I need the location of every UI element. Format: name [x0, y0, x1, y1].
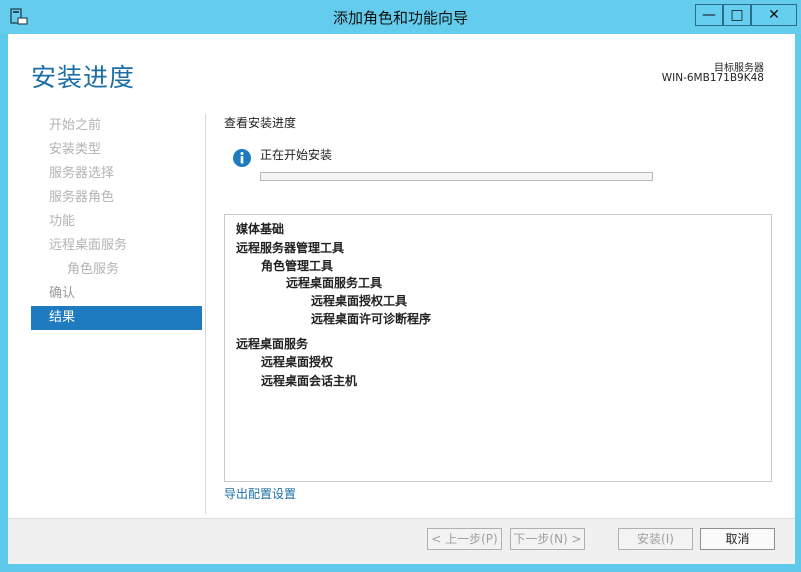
nav-item-remote-desktop-services[interactable]: 远程桌面服务 [31, 234, 202, 258]
window-title: 添加角色和功能向导 [332, 9, 468, 27]
install-status: 正在开始安装 [260, 148, 333, 162]
list-item: 远程桌面授权 [261, 355, 334, 369]
info-icon [233, 149, 251, 167]
export-config-link[interactable]: 导出配置设置 [224, 485, 296, 502]
list-item: 媒体基础 [236, 222, 285, 236]
nav-item-installation-type[interactable]: 安装类型 [31, 138, 202, 162]
title-bar[interactable]: 添加角色和功能向导 — □ ✕ [0, 0, 801, 34]
install-progress-bar [260, 172, 653, 181]
window-frame-bottom [0, 564, 801, 572]
results-list[interactable]: 媒体基础 远程服务器管理工具 角色管理工具 远程桌面服务工具 远程桌面授权工具 … [224, 214, 772, 482]
nav-item-results[interactable]: 结果 [31, 306, 202, 330]
nav-item-server-selection[interactable]: 服务器选择 [31, 162, 202, 186]
page-title: 安装进度 [31, 63, 136, 92]
previous-button[interactable]: < 上一步(P) [427, 528, 502, 550]
content-title: 查看安装进度 [224, 116, 297, 130]
wizard-nav: 开始之前 安装类型 服务器选择 服务器角色 功能 远程桌面服务 角色服务 确认 … [31, 114, 202, 330]
target-server-name: WIN-6MB171B9K48 [661, 72, 764, 84]
list-item: 远程桌面许可诊断程序 [311, 312, 432, 326]
minimize-button[interactable]: — [695, 4, 723, 26]
maximize-button[interactable]: □ [723, 4, 751, 26]
list-item: 远程桌面服务工具 [286, 276, 383, 290]
list-item: 角色管理工具 [261, 259, 334, 273]
cancel-button[interactable]: 取消 [700, 528, 775, 550]
wizard-body: 安装进度 目标服务器 WIN-6MB171B9K48 开始之前 安装类型 服务器… [8, 34, 795, 564]
install-button[interactable]: 安装(I) [618, 528, 693, 550]
list-item: 远程桌面会话主机 [261, 374, 358, 388]
nav-item-role-services[interactable]: 角色服务 [31, 258, 202, 282]
next-button[interactable]: 下一步(N) > [510, 528, 585, 550]
list-item: 远程桌面服务 [236, 337, 309, 351]
nav-item-confirmation[interactable]: 确认 [31, 282, 202, 306]
nav-divider [205, 114, 206, 514]
list-item: 远程服务器管理工具 [236, 241, 345, 255]
list-item: 远程桌面授权工具 [311, 294, 408, 308]
wizard-footer: < 上一步(P) 下一步(N) > 安装(I) 取消 [8, 518, 795, 565]
nav-item-features[interactable]: 功能 [31, 210, 202, 234]
window-frame-left [0, 0, 8, 572]
nav-item-server-roles[interactable]: 服务器角色 [31, 186, 202, 210]
close-button[interactable]: ✕ [751, 4, 797, 26]
nav-item-before-you-begin[interactable]: 开始之前 [31, 114, 202, 138]
